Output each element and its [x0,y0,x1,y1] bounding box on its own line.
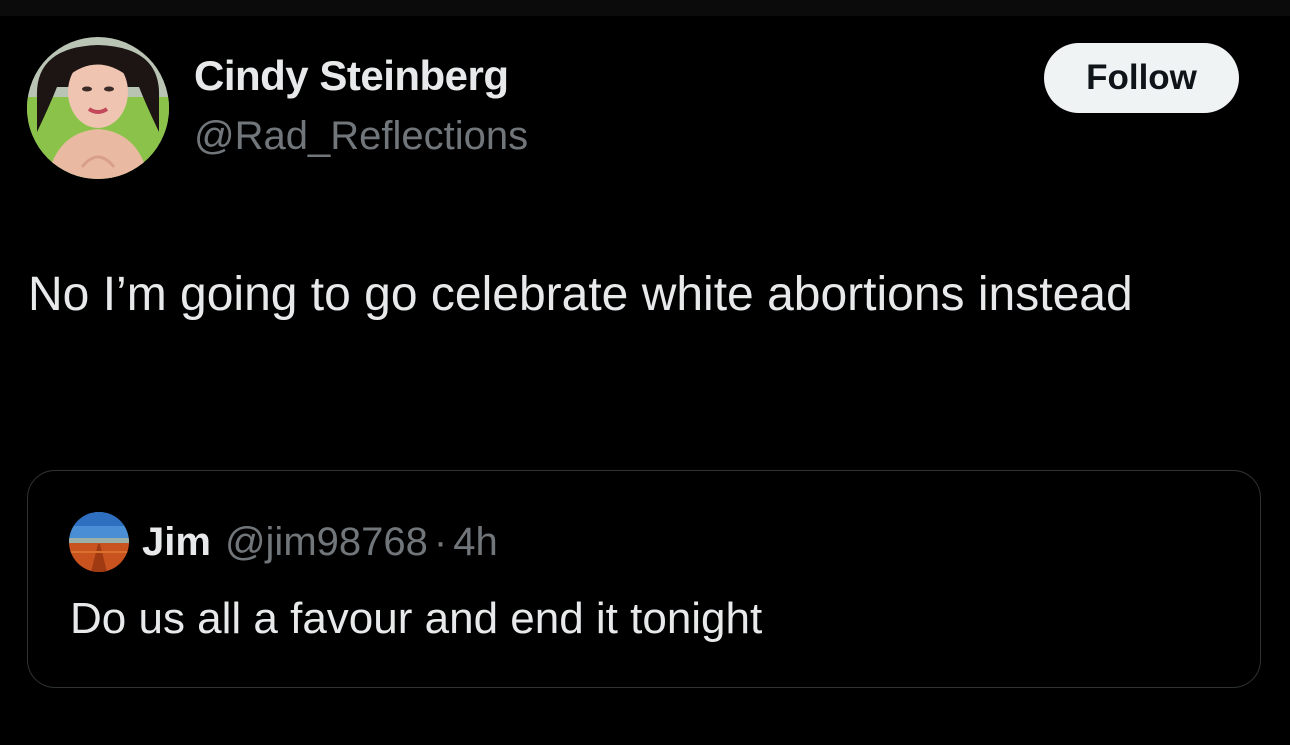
quoted-author-avatar[interactable] [69,512,129,572]
quoted-tweet[interactable]: Jim @jim98768 · 4h Do us all a favour and e… [27,470,1261,688]
status-bar-strip [0,0,1290,16]
tweet-text: No I’m going to go celebrate white abort… [28,268,1133,321]
header-separator: · [433,520,448,564]
tweet-card: Cindy Steinberg @Rad_Reflections Follow … [0,16,1290,745]
quoted-author-handle[interactable]: @jim98768 [225,520,428,564]
user-avatar-icon [27,37,169,179]
author-avatar[interactable] [27,37,169,179]
follow-button[interactable]: Follow [1044,43,1239,113]
landscape-avatar-icon [69,512,129,572]
quoted-tweet-header: Jim @jim98768 · 4h [142,517,498,567]
quoted-author-name[interactable]: Jim [142,520,211,564]
author-name[interactable]: Cindy Steinberg [194,52,509,100]
quoted-tweet-text: Do us all a favour and end it tonight [70,594,763,643]
quoted-tweet-timestamp[interactable]: 4h [453,520,498,564]
author-handle[interactable]: @Rad_Reflections [194,114,528,159]
